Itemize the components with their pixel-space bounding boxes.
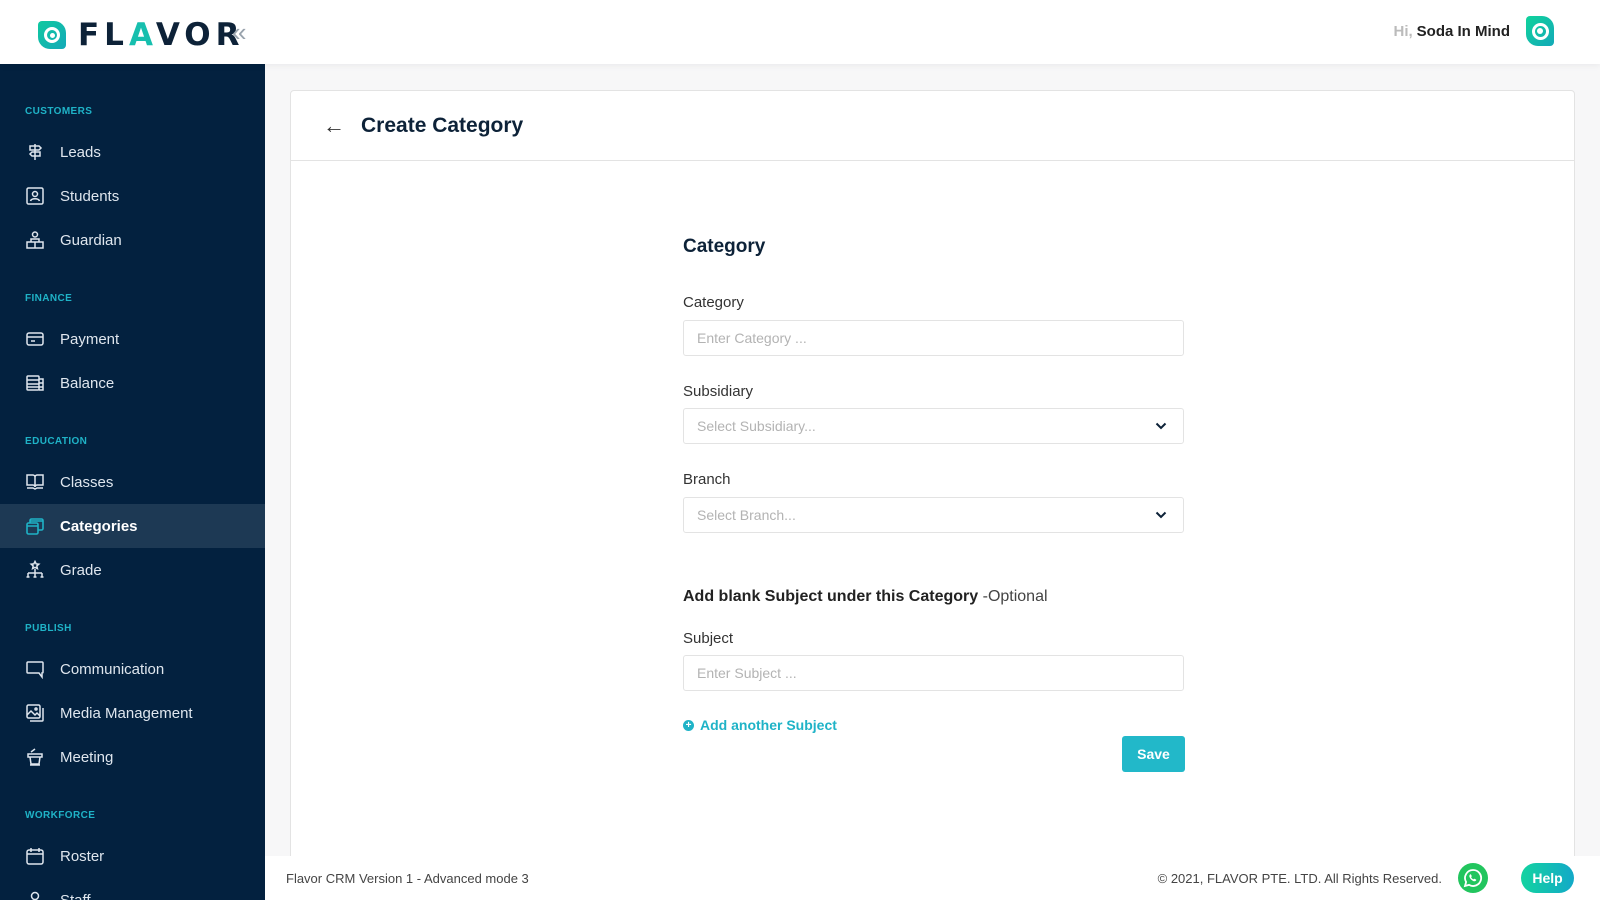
student-badge-icon	[25, 186, 45, 206]
sidebar-item-staff[interactable]: Staff	[0, 878, 265, 900]
category-label: Category	[683, 294, 744, 311]
avatar[interactable]	[1526, 16, 1554, 46]
sidebar-item-roster[interactable]: Roster	[0, 834, 265, 878]
back-arrow-icon[interactable]: ←	[323, 113, 347, 139]
guardian-icon	[25, 230, 45, 250]
sidebar-item-label: Categories	[60, 517, 138, 535]
subject-section-title: Add blank Subject under this Category	[683, 588, 979, 605]
subject-label: Subject	[683, 630, 734, 647]
category-input[interactable]	[697, 330, 1183, 346]
create-category-card: ← Create Category Category Category Subs…	[290, 90, 1575, 870]
save-button[interactable]: Save	[1122, 736, 1185, 772]
sidebar-item-meeting[interactable]: Meeting	[0, 735, 265, 779]
sidebar-item-media-management[interactable]: Media Management	[0, 691, 265, 735]
branch-select[interactable]: Select Branch...	[683, 497, 1184, 533]
sidebar-section-finance: FINANCE	[25, 293, 73, 304]
podium-icon	[25, 747, 45, 767]
help-button[interactable]: Help	[1521, 863, 1574, 893]
user-menu[interactable]: Hi, Soda In Mind	[1393, 16, 1554, 46]
subject-input[interactable]	[697, 665, 1183, 681]
sidebar-item-label: Balance	[60, 374, 115, 392]
sidebar-item-label: Guardian	[60, 231, 122, 249]
sidebar-item-label: Staff	[60, 891, 91, 900]
subsidiary-label: Subsidiary	[683, 383, 754, 400]
sidebar-item-communication[interactable]: Communication	[0, 647, 265, 691]
page-title: Create Category	[361, 113, 524, 137]
category-form: Category Category Subsidiary Select Subs…	[683, 236, 1185, 772]
brand-name: FLAVOR	[78, 17, 245, 53]
greeting: Hi,	[1393, 22, 1413, 40]
form-section-title: Category	[683, 236, 766, 257]
sidebar-section-publish: PUBLISH	[25, 623, 72, 634]
card-header: ← Create Category	[291, 91, 1574, 161]
user-name: Soda In Mind	[1416, 22, 1510, 40]
add-subject-label: Add another Subject	[700, 717, 837, 733]
sidebar-item-classes[interactable]: Classes	[0, 460, 265, 504]
chevron-down-icon	[1155, 422, 1167, 430]
sidebar-item-grade[interactable]: Grade	[0, 548, 265, 592]
staff-icon	[25, 890, 45, 900]
sidebar-item-label: Students	[60, 187, 120, 205]
signpost-icon	[25, 142, 45, 162]
sidebar-item-balance[interactable]: Balance	[0, 361, 265, 405]
category-field[interactable]	[683, 320, 1184, 356]
sidebar-item-payment[interactable]: Payment	[0, 317, 265, 361]
chat-icon	[25, 659, 45, 679]
image-gallery-icon	[25, 703, 45, 723]
subsidiary-placeholder: Select Subsidiary...	[697, 418, 816, 434]
sidebar-item-students[interactable]: Students	[0, 174, 265, 218]
sidebar-item-guardian[interactable]: Guardian	[0, 218, 265, 262]
add-another-subject-link[interactable]: + Add another Subject	[683, 717, 837, 733]
hierarchy-icon	[25, 560, 45, 580]
version-text: Flavor CRM Version 1 - Advanced mode 3	[286, 870, 529, 886]
brand-logo[interactable]: FLAVOR	[38, 17, 245, 53]
whatsapp-icon	[1463, 869, 1482, 888]
top-header: FLAVOR « Hi, Soda In Mind	[0, 0, 1600, 64]
footer: Flavor CRM Version 1 - Advanced mode 3 ©…	[265, 856, 1600, 900]
branch-placeholder: Select Branch...	[697, 507, 796, 523]
sidebar-item-leads[interactable]: Leads	[0, 130, 265, 174]
logo-mark-icon	[38, 21, 66, 49]
plus-circle-icon: +	[683, 719, 694, 731]
sidebar-item-label: Leads	[60, 143, 101, 161]
collapse-sidebar-icon[interactable]: «	[232, 18, 246, 46]
sidebar-section-education: EDUCATION	[25, 436, 88, 447]
optional-tag: -Optional	[982, 588, 1048, 605]
sidebar: CUSTOMERS Leads Students Guardian FINANC…	[0, 64, 265, 900]
book-icon	[25, 472, 45, 492]
credit-card-icon	[25, 329, 45, 349]
sidebar-item-cutoff[interactable]	[26, 64, 176, 68]
sidebar-item-categories[interactable]: Categories	[0, 504, 265, 548]
whatsapp-button[interactable]	[1458, 863, 1488, 893]
ledger-icon	[25, 373, 45, 393]
subject-field[interactable]	[683, 655, 1184, 691]
categories-icon	[25, 516, 45, 536]
sidebar-item-label: Communication	[60, 660, 165, 678]
calendar-icon	[25, 846, 45, 866]
subsidiary-select[interactable]: Select Subsidiary...	[683, 408, 1184, 444]
sidebar-item-label: Roster	[60, 847, 105, 865]
sidebar-item-label: Meeting	[60, 748, 114, 766]
branch-label: Branch	[683, 471, 731, 488]
sidebar-item-label: Grade	[60, 561, 102, 579]
sidebar-item-label: Classes	[60, 473, 114, 491]
chevron-down-icon	[1155, 511, 1167, 519]
sidebar-section-customers: CUSTOMERS	[25, 106, 93, 117]
subject-section-heading: Add blank Subject under this Category -O…	[683, 588, 1048, 606]
sidebar-section-workforce: WORKFORCE	[25, 810, 96, 821]
sidebar-item-label: Payment	[60, 330, 120, 348]
copyright-text: © 2021, FLAVOR PTE. LTD. All Rights Rese…	[1157, 870, 1442, 886]
sidebar-item-label: Media Management	[60, 704, 193, 722]
